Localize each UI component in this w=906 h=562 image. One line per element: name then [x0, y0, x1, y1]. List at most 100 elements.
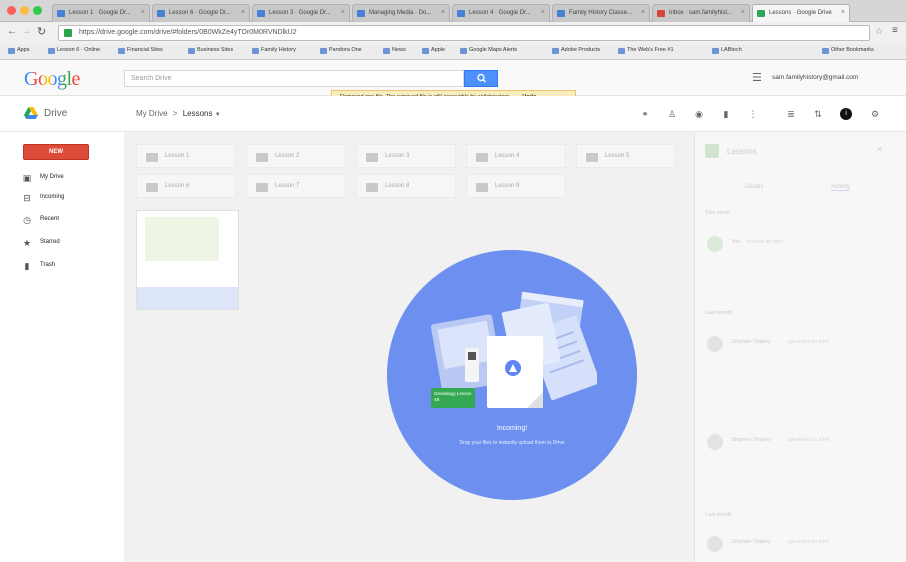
forward-icon[interactable]: → [21, 26, 31, 37]
folder-tile[interactable]: Lesson 3 [356, 144, 456, 168]
details-panel-title: Lessons [727, 147, 757, 156]
settings-gear-icon[interactable]: ⚙ [870, 109, 880, 119]
browser-tab[interactable]: Lesson 6 · Google Dr... × [152, 4, 250, 22]
bookmark-item[interactable]: Adobe Products [552, 47, 600, 54]
bookmark-item[interactable]: Business Sites [188, 47, 233, 54]
activity-section-heading: Last month [705, 512, 733, 518]
file-preview [145, 217, 219, 261]
upload-overlay-title: Incoming! [496, 425, 528, 432]
account-email[interactable]: sam.familyhistory@gmail.com [772, 74, 858, 81]
bookmark-item[interactable]: LABtech [712, 47, 742, 54]
breadcrumb: My Drive > Lessons ▼ [136, 109, 221, 118]
close-tab-icon[interactable]: × [841, 9, 845, 16]
drive-favicon-icon [257, 10, 265, 17]
tab-activity[interactable]: Activity [831, 184, 851, 191]
close-tab-icon[interactable]: × [141, 9, 145, 16]
browser-tab[interactable]: Family History Classe... × [552, 4, 650, 22]
link-icon[interactable]: ⚭ [640, 109, 650, 119]
sidebar-item-recent[interactable]: ◷ Recent [18, 212, 118, 228]
preview-eye-icon[interactable]: ◉ [694, 109, 704, 119]
folder-tile[interactable]: Lesson 9 [466, 174, 566, 198]
share-person-icon[interactable]: ♙ [667, 109, 677, 119]
activity-text: uploaded an item [787, 539, 830, 545]
close-tab-icon[interactable]: × [441, 9, 445, 16]
back-icon[interactable]: ← [7, 26, 17, 37]
browser-tab-active[interactable]: Lessons · Google Drive × [752, 4, 850, 23]
activity-entry: Stephen Shipley uploaded an item [707, 336, 887, 376]
details-panel: Lessons × Details Activity This week You… [694, 132, 906, 562]
close-panel-icon[interactable]: × [877, 144, 882, 154]
bookmark-item[interactable]: Pandora One [320, 47, 362, 54]
bookmark-item[interactable]: Apple [422, 47, 445, 54]
activity-user: Stephen Shipley [731, 339, 772, 345]
activity-user: Stephen Shipley [731, 437, 772, 443]
breadcrumb-root[interactable]: My Drive [136, 109, 168, 118]
folder-tile[interactable]: Lesson 2 [246, 144, 346, 168]
folder-tile[interactable]: Lesson 7 [246, 174, 346, 198]
drive-favicon-icon [757, 10, 765, 17]
chevron-down-icon[interactable]: ▼ [215, 112, 221, 118]
trash-icon: ▮ [24, 261, 30, 271]
sidebar-item-trash[interactable]: ▮ Trash [18, 258, 118, 274]
document-favicon-icon [557, 10, 565, 17]
file-label-sticker: Genealogy Lesson 4B [431, 388, 475, 408]
file-thumbnail-card[interactable] [136, 210, 239, 310]
browser-tab[interactable]: Lesson 1 · Google Dr... × [52, 4, 150, 22]
reload-icon[interactable]: ↻ [37, 25, 46, 38]
close-tab-icon[interactable]: × [541, 9, 545, 16]
google-logo-text: Google [24, 68, 80, 90]
sidebar-item-starred[interactable]: ★ Starred [18, 235, 118, 251]
info-icon[interactable]: i [840, 108, 852, 120]
close-tab-icon[interactable]: × [741, 9, 745, 16]
activity-entry: You moved an item [707, 236, 887, 276]
bookmark-item[interactable]: Google Maps Alerts [460, 47, 517, 54]
bookmark-item[interactable]: Financial Sites [118, 47, 163, 54]
browser-tab[interactable]: Lesson 3 · Google Dr... × [252, 4, 350, 22]
folder-tile[interactable]: Lesson 4 [466, 144, 566, 168]
bookmark-item[interactable]: News [383, 47, 406, 54]
tab-details[interactable]: Details [745, 184, 763, 190]
my-drive-icon: ▣ [22, 173, 32, 183]
search-input[interactable]: Search Drive [124, 70, 464, 87]
clock-icon: ◷ [23, 215, 31, 225]
activity-entry: Stephen Shipley uploaded an item [707, 434, 887, 474]
close-tab-icon[interactable]: × [641, 9, 645, 16]
folder-tile[interactable]: Lesson 1 [136, 144, 236, 168]
more-actions-icon[interactable]: ⋮ [748, 109, 758, 119]
drive-app-name[interactable]: Drive [44, 108, 67, 119]
close-window-dot[interactable] [7, 6, 16, 15]
bookmark-item[interactable]: Family History [252, 47, 296, 54]
activity-text: moved an item [747, 239, 784, 245]
google-logo[interactable]: Google [24, 68, 80, 91]
browser-tab-strip: Lesson 1 · Google Dr... × Lesson 6 · Goog… [0, 0, 906, 23]
search-icon [477, 73, 486, 83]
breadcrumb-current[interactable]: Lessons [183, 109, 213, 118]
folder-tile[interactable]: Lesson 8 [356, 174, 456, 198]
upload-drop-target[interactable]: Genealogy Lesson 4B Incoming! Drop your … [387, 250, 637, 500]
browser-tab[interactable]: Lesson 4 · Google Dr... × [452, 4, 550, 22]
folder-tile[interactable]: Lesson 5 [576, 144, 676, 168]
folder-tile[interactable]: Lesson 6 [136, 174, 236, 198]
close-tab-icon[interactable]: × [241, 9, 245, 16]
star-bookmark-icon[interactable]: ☆ [875, 26, 883, 37]
zoom-window-dot[interactable] [33, 6, 42, 15]
sidebar-item-incoming[interactable]: ⊟ Incoming [18, 190, 118, 206]
list-view-icon[interactable]: ≣ [786, 109, 796, 119]
bookmark-item[interactable]: The Web's Free #1 [618, 47, 674, 54]
activity-entry: Stephen Shipley uploaded an item [707, 536, 887, 556]
trash-icon[interactable]: ▮ [721, 109, 731, 119]
browser-tab[interactable]: Inbox · sam.familyhist... × [652, 4, 750, 22]
url-field[interactable]: https://drive.google.com/drive/#folders/… [58, 25, 870, 41]
sidebar-item-my-drive[interactable]: ▣ My Drive [18, 170, 118, 186]
search-button[interactable] [464, 70, 498, 87]
bookmark-item[interactable]: Lesson 6 · Online [48, 47, 100, 54]
minimize-window-dot[interactable] [20, 6, 29, 15]
browser-menu-icon[interactable]: ≡ [892, 25, 898, 36]
close-tab-icon[interactable]: × [341, 9, 345, 16]
apps-grid-icon[interactable]: ☰ [752, 71, 762, 84]
browser-tab[interactable]: Managing Media · Do... × [352, 4, 450, 22]
bookmark-item[interactable]: Apps [8, 47, 30, 54]
bookmark-item[interactable]: Other Bookmarks [822, 47, 874, 54]
new-button[interactable]: NEW [23, 144, 89, 160]
sort-icon[interactable]: ⇅ [813, 109, 823, 119]
